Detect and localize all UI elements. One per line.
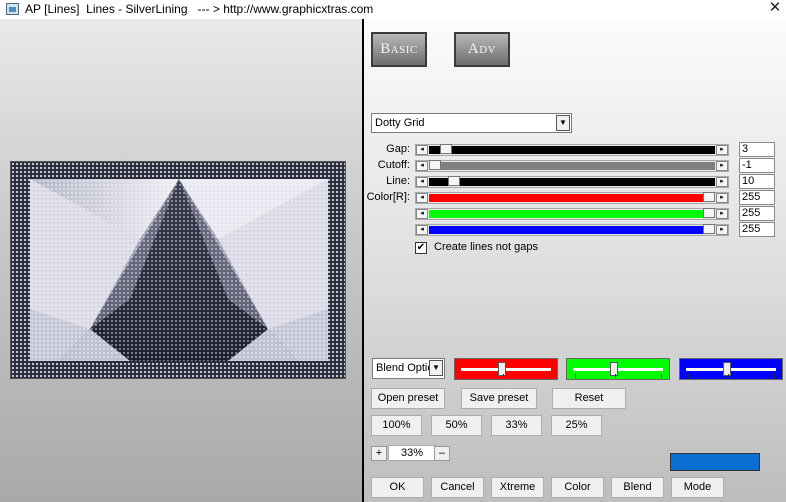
chevron-left-icon[interactable]: ◂ [416, 225, 428, 235]
blend-button[interactable]: Blend [611, 477, 664, 498]
zoom-100-button[interactable]: 100% [371, 415, 422, 436]
blend-channel-slider[interactable] [679, 358, 783, 380]
slider-label: Line: [386, 175, 410, 187]
slider-value-field[interactable]: 255 [739, 222, 775, 237]
zoom-50-button[interactable]: 50% [431, 415, 482, 436]
slider-track[interactable] [429, 210, 715, 218]
controls-panel: Basic Adv Dotty Grid ▼ Gap: ◂ ▸ 3 Cutoff: ◂ ▸ -… [364, 19, 786, 502]
slider-thumb[interactable] [703, 192, 715, 202]
slider-thumb[interactable] [703, 208, 715, 218]
ok-button[interactable]: OK [371, 477, 424, 498]
chevron-left-icon[interactable]: ◂ [416, 193, 428, 203]
slider-label: Color[R]: [366, 191, 410, 203]
create-lines-checkbox[interactable]: ✔ [415, 242, 427, 254]
blend-channel-track [461, 368, 551, 371]
slider-label: Gap: [386, 143, 410, 155]
slider-track[interactable] [429, 178, 715, 186]
tick-mark [463, 374, 464, 378]
preview-image [10, 161, 346, 379]
slider-4[interactable]: ◂ ▸ [415, 208, 729, 220]
zoom-33-button[interactable]: 33% [491, 415, 542, 436]
blend-channel-thumb[interactable] [610, 362, 618, 376]
slider-thumb[interactable] [429, 160, 441, 170]
chevron-left-icon[interactable]: ◂ [416, 209, 428, 219]
slider-value-field[interactable]: 3 [739, 142, 775, 157]
chevron-down-icon[interactable]: ▼ [429, 360, 443, 376]
blend-channel-slider[interactable] [566, 358, 670, 380]
create-lines-label: Create lines not gaps [434, 241, 538, 253]
slider-thumb[interactable] [440, 144, 452, 154]
slider-3[interactable]: ◂ ▸ [415, 192, 729, 204]
mode-button[interactable]: Mode [671, 477, 724, 498]
blend-channel-thumb[interactable] [498, 362, 506, 376]
tick-mark [774, 374, 775, 378]
slider-2[interactable]: ◂ ▸ [415, 176, 729, 188]
chevron-right-icon[interactable]: ▸ [716, 225, 728, 235]
open-preset-button[interactable]: Open preset [371, 388, 445, 409]
close-icon[interactable]: ✕ [765, 0, 785, 17]
chevron-right-icon[interactable]: ▸ [716, 145, 728, 155]
tick-mark [688, 374, 689, 378]
slider-value-field[interactable]: 255 [739, 190, 775, 205]
zoom-in-button[interactable]: + [371, 446, 387, 461]
slider-1[interactable]: ◂ ▸ [415, 160, 729, 172]
blend-channel-slider[interactable] [454, 358, 558, 380]
chevron-down-icon[interactable]: ▼ [556, 115, 570, 131]
tab-basic[interactable]: Basic [371, 32, 427, 67]
slider-5[interactable]: ◂ ▸ [415, 224, 729, 236]
chevron-right-icon[interactable]: ▸ [716, 193, 728, 203]
chevron-right-icon[interactable]: ▸ [716, 161, 728, 171]
tick-mark [615, 374, 616, 378]
slider-track[interactable] [429, 226, 715, 234]
slider-value-field[interactable]: 10 [739, 174, 775, 189]
save-preset-button[interactable]: Save preset [461, 388, 537, 409]
chevron-right-icon[interactable]: ▸ [716, 177, 728, 187]
zoom-level: 33% [388, 445, 436, 461]
blend-options-select[interactable]: Blend Optio ▼ [372, 358, 445, 379]
slider-value-field[interactable]: -1 [739, 158, 775, 173]
preview-image-center [30, 179, 328, 361]
chevron-right-icon[interactable]: ▸ [716, 209, 728, 219]
window-title: AP [Lines] Lines - SilverLining --- > ht… [25, 2, 374, 16]
zoom-out-button[interactable]: – [434, 446, 450, 461]
slider-track[interactable] [429, 194, 715, 202]
xtreme-button[interactable]: Xtreme [491, 477, 544, 498]
reset-button[interactable]: Reset [552, 388, 626, 409]
tick-mark [575, 374, 576, 378]
tick-mark [661, 374, 662, 378]
slider-label: Cutoff: [377, 159, 410, 171]
chevron-left-icon[interactable]: ◂ [416, 161, 428, 171]
pattern-select-value: Dotty Grid [375, 117, 425, 129]
blend-options-value: Blend Optio [376, 362, 434, 374]
pattern-select[interactable]: Dotty Grid ▼ [371, 113, 572, 133]
tick-mark [503, 374, 504, 378]
slider-0[interactable]: ◂ ▸ [415, 144, 729, 156]
slider-thumb[interactable] [703, 224, 715, 234]
chevron-left-icon[interactable]: ◂ [416, 177, 428, 187]
slider-value-field[interactable]: 255 [739, 206, 775, 221]
app-window-icon[interactable] [6, 3, 19, 15]
slider-track[interactable] [429, 146, 715, 154]
tab-adv[interactable]: Adv [454, 32, 510, 67]
slider-thumb[interactable] [448, 176, 460, 186]
checkmark-icon: ✔ [416, 242, 426, 253]
preview-panel [0, 19, 362, 502]
cancel-button[interactable]: Cancel [431, 477, 484, 498]
chevron-left-icon[interactable]: ◂ [416, 145, 428, 155]
tick-mark [728, 374, 729, 378]
blend-channel-thumb[interactable] [723, 362, 731, 376]
blend-channel-track [573, 368, 663, 371]
blend-channel-track [686, 368, 776, 371]
current-color-swatch[interactable] [670, 453, 760, 471]
tick-mark [549, 374, 550, 378]
zoom-25-button[interactable]: 25% [551, 415, 602, 436]
preview-artwork [30, 179, 328, 361]
color-button[interactable]: Color [551, 477, 604, 498]
slider-track[interactable] [429, 162, 715, 170]
title-bar: AP [Lines] Lines - SilverLining --- > ht… [0, 0, 786, 18]
